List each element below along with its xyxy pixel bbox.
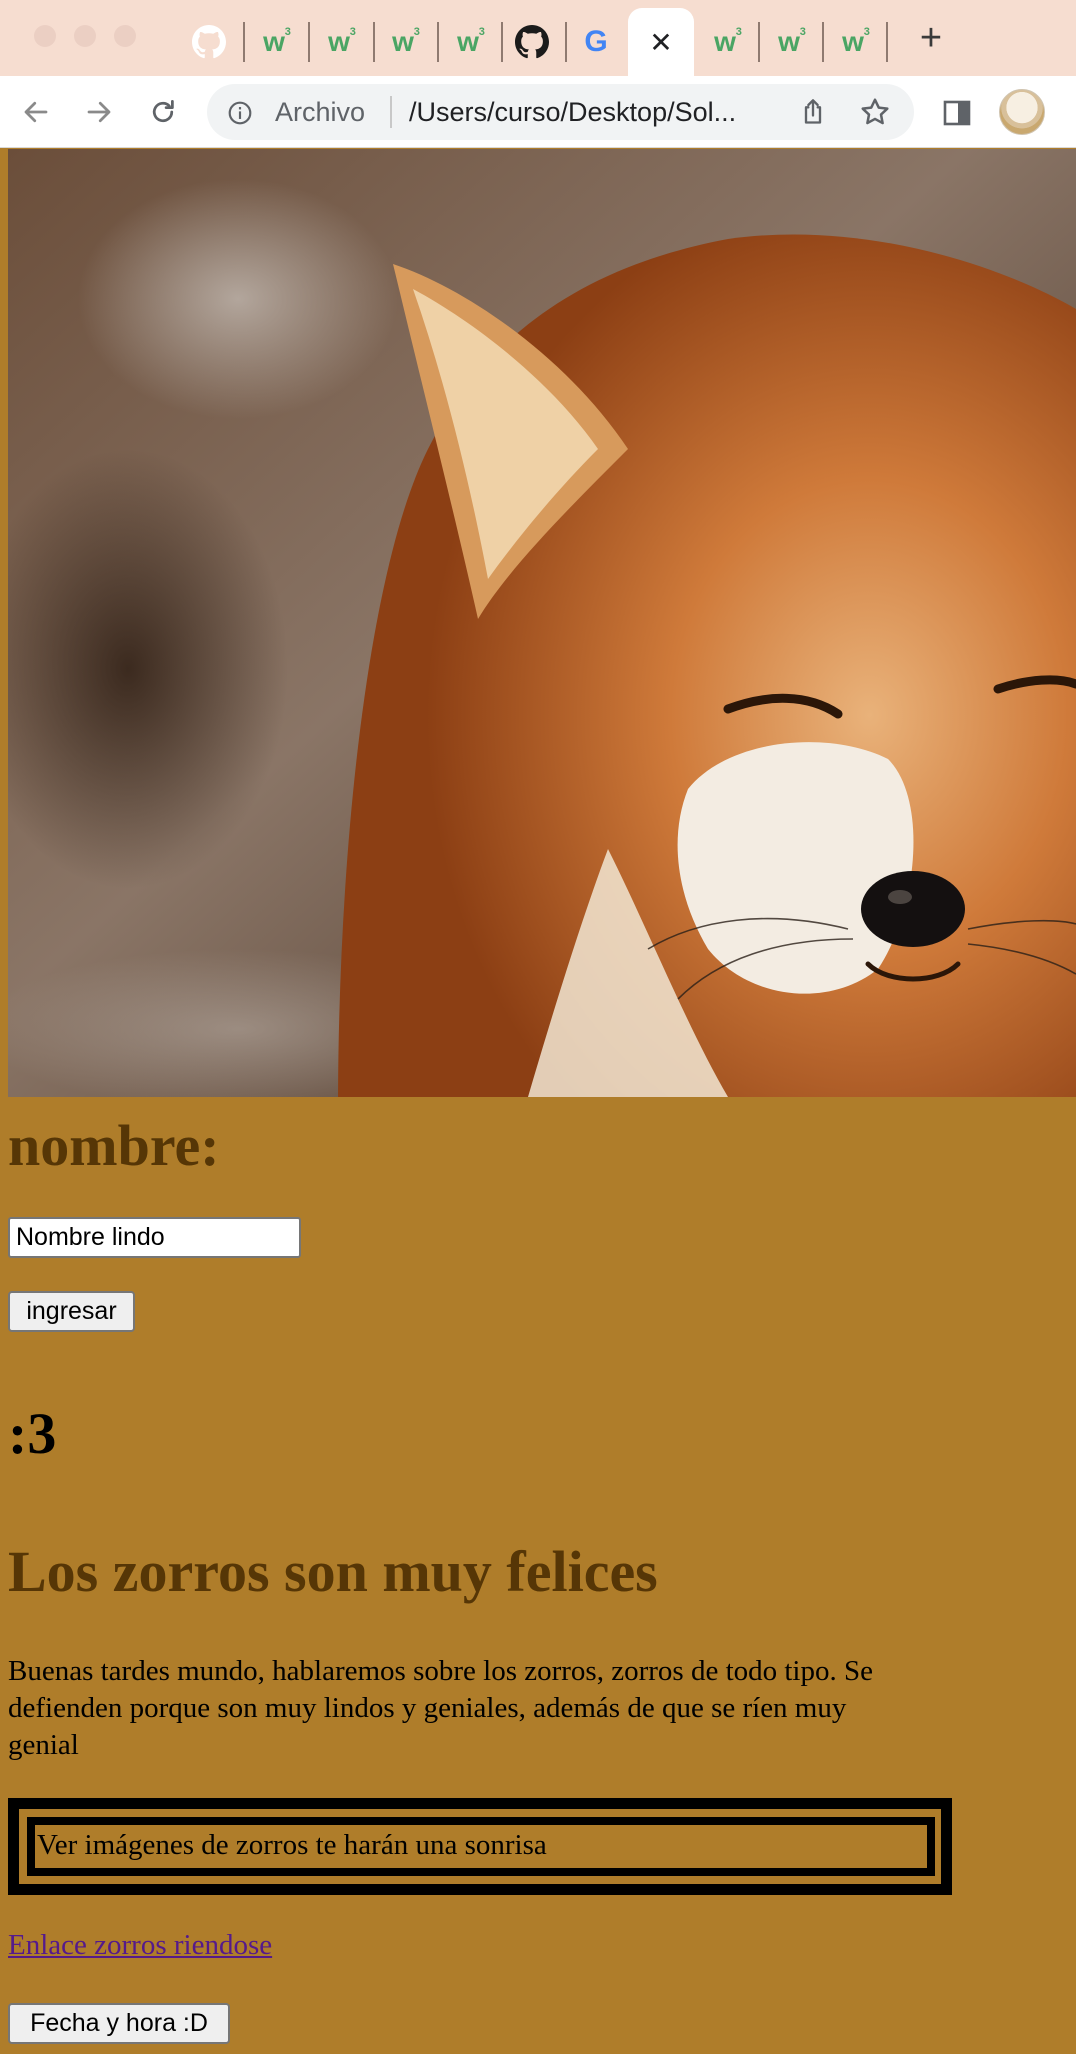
submit-button[interactable]: ingresar bbox=[8, 1291, 135, 1332]
emote-heading: :3 bbox=[8, 1401, 57, 1466]
forward-button[interactable] bbox=[79, 92, 119, 132]
fox-photo bbox=[8, 149, 1076, 1097]
address-bar[interactable]: Archivo /Users/curso/Desktop/Sol... bbox=[207, 84, 914, 140]
datetime-button[interactable]: Fecha y hora :D bbox=[8, 2003, 230, 2044]
github-icon bbox=[515, 25, 549, 59]
foxes-laughing-link[interactable]: Enlace zorros riendose bbox=[8, 1929, 272, 1962]
w3schools-icon: w3 bbox=[457, 26, 485, 57]
w3schools-icon: w3 bbox=[714, 26, 742, 57]
framed-box-inner: Ver imágenes de zorros te harán una sonr… bbox=[27, 1817, 935, 1876]
w3schools-icon: w3 bbox=[263, 26, 291, 57]
back-button[interactable] bbox=[16, 92, 56, 132]
w3schools-icon: w3 bbox=[328, 26, 356, 57]
window-close-light[interactable] bbox=[34, 25, 56, 47]
w3schools-icon: w3 bbox=[778, 26, 806, 57]
tab-active[interactable]: ✕ bbox=[628, 8, 694, 76]
w3schools-icon: w3 bbox=[842, 26, 870, 57]
tab-w3schools-3[interactable]: w3 bbox=[374, 12, 432, 72]
tab-w3schools-7[interactable]: w3 bbox=[824, 12, 882, 72]
tab-w3schools-6[interactable]: w3 bbox=[760, 12, 818, 72]
page-title: Los zorros son muy felices bbox=[8, 1539, 658, 1604]
close-icon[interactable]: ✕ bbox=[649, 26, 672, 59]
w3schools-icon: w3 bbox=[392, 26, 420, 57]
github-icon bbox=[192, 25, 226, 59]
url-text[interactable]: /Users/curso/Desktop/Sol... bbox=[409, 97, 736, 128]
tab-w3schools-2[interactable]: w3 bbox=[310, 12, 368, 72]
tab-github-1[interactable] bbox=[180, 12, 238, 72]
back-arrow-icon bbox=[24, 101, 48, 123]
tab-w3schools-1[interactable]: w3 bbox=[245, 12, 303, 72]
name-input[interactable] bbox=[8, 1217, 301, 1258]
forward-arrow-icon bbox=[87, 101, 111, 123]
avatar[interactable] bbox=[999, 89, 1045, 135]
reload-button[interactable] bbox=[143, 92, 183, 132]
bookmark-star-icon[interactable] bbox=[859, 96, 891, 133]
window-minimize-light[interactable] bbox=[74, 25, 96, 47]
info-icon[interactable] bbox=[227, 100, 253, 131]
intro-paragraph: Buenas tardes mundo, hablaremos sobre lo… bbox=[8, 1655, 873, 1761]
framed-box-outer: Ver imágenes de zorros te harán una sonr… bbox=[8, 1798, 952, 1895]
new-tab-button[interactable]: + bbox=[913, 19, 949, 57]
framed-text: Ver imágenes de zorros te harán una sonr… bbox=[37, 1829, 547, 1861]
tab-github-2[interactable] bbox=[503, 12, 561, 72]
reload-icon bbox=[152, 100, 174, 123]
window-zoom-light[interactable] bbox=[114, 25, 136, 47]
browser-toolbar: Archivo /Users/curso/Desktop/Sol... bbox=[0, 76, 1076, 148]
share-icon[interactable] bbox=[799, 98, 827, 131]
name-heading: nombre: bbox=[8, 1113, 220, 1178]
security-chip-label[interactable]: Archivo bbox=[275, 97, 365, 128]
google-icon: G bbox=[584, 25, 608, 58]
side-panel-icon[interactable] bbox=[943, 100, 971, 131]
tab-google[interactable]: G bbox=[567, 12, 625, 72]
tab-strip: w3 w3 w3 w3 G ✕ w3 w3 w3 + bbox=[0, 0, 1076, 76]
tab-w3schools-5[interactable]: w3 bbox=[696, 12, 754, 72]
tab-w3schools-4[interactable]: w3 bbox=[439, 12, 497, 72]
